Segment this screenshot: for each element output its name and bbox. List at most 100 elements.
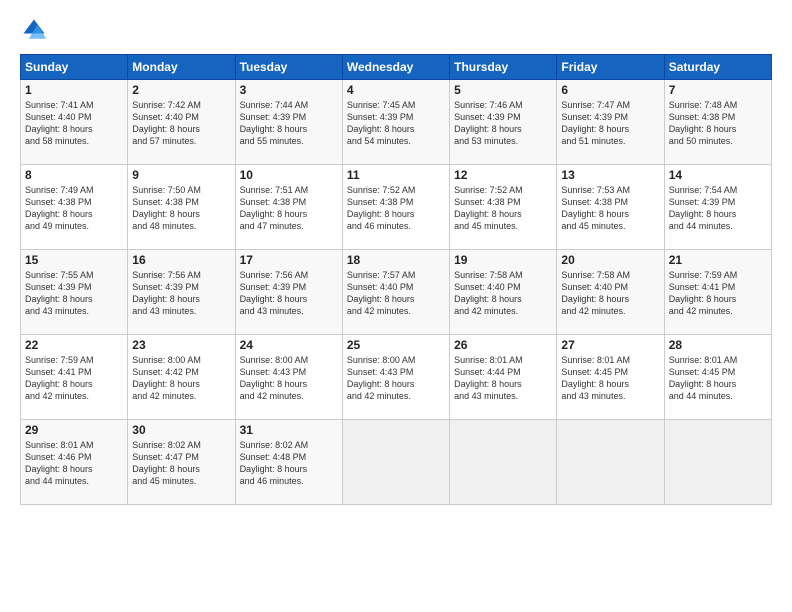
calendar-table: SundayMondayTuesdayWednesdayThursdayFrid… xyxy=(20,54,772,505)
weekday-header-wednesday: Wednesday xyxy=(342,55,449,80)
day-number: 12 xyxy=(454,168,552,182)
day-number: 7 xyxy=(669,83,767,97)
cell-details: Sunrise: 7:55 AMSunset: 4:39 PMDaylight:… xyxy=(25,269,123,318)
calendar-cell: 26Sunrise: 8:01 AMSunset: 4:44 PMDayligh… xyxy=(450,335,557,420)
calendar-week-1: 1 Sunrise: 7:41 AMSunset: 4:40 PMDaylight… xyxy=(21,80,772,165)
day-number: 27 xyxy=(561,338,659,352)
calendar-cell xyxy=(342,420,449,505)
calendar-cell: 15 Sunrise: 7:55 AMSunset: 4:39 PMDayligh… xyxy=(21,250,128,335)
calendar-cell: 8 Sunrise: 7:49 AMSunset: 4:38 PMDaylight… xyxy=(21,165,128,250)
day-number: 24 xyxy=(240,338,338,352)
calendar-cell: 22 Sunrise: 7:59 AMSunset: 4:41 PMDayligh… xyxy=(21,335,128,420)
calendar-cell: 28 Sunrise: 8:01 AMSunset: 4:45 PMDayligh… xyxy=(664,335,771,420)
cell-details: Sunrise: 7:57 AMSunset: 4:40 PMDaylight:… xyxy=(347,269,445,318)
calendar-week-3: 15 Sunrise: 7:55 AMSunset: 4:39 PMDayligh… xyxy=(21,250,772,335)
calendar-body: 1 Sunrise: 7:41 AMSunset: 4:40 PMDaylight… xyxy=(21,80,772,505)
header xyxy=(20,16,772,44)
weekday-header-sunday: Sunday xyxy=(21,55,128,80)
calendar-cell: 4 Sunrise: 7:45 AMSunset: 4:39 PMDaylight… xyxy=(342,80,449,165)
calendar-cell: 21 Sunrise: 7:59 AMSunset: 4:41 PMDayligh… xyxy=(664,250,771,335)
calendar-cell xyxy=(664,420,771,505)
cell-details: Sunrise: 7:58 AMSunset: 4:40 PMDaylight:… xyxy=(561,269,659,318)
day-number: 22 xyxy=(25,338,123,352)
day-number: 29 xyxy=(25,423,123,437)
calendar-cell: 5 Sunrise: 7:46 AMSunset: 4:39 PMDaylight… xyxy=(450,80,557,165)
calendar-cell: 6 Sunrise: 7:47 AMSunset: 4:39 PMDaylight… xyxy=(557,80,664,165)
calendar-week-4: 22 Sunrise: 7:59 AMSunset: 4:41 PMDayligh… xyxy=(21,335,772,420)
calendar-cell: 11Sunrise: 7:52 AMSunset: 4:38 PMDayligh… xyxy=(342,165,449,250)
cell-details: Sunrise: 7:56 AMSunset: 4:39 PMDaylight:… xyxy=(240,269,338,318)
day-number: 28 xyxy=(669,338,767,352)
calendar-cell: 2Sunrise: 7:42 AMSunset: 4:40 PMDaylight… xyxy=(128,80,235,165)
day-number: 8 xyxy=(25,168,123,182)
day-number: 26 xyxy=(454,338,552,352)
cell-details: Sunrise: 7:51 AMSunset: 4:38 PMDaylight:… xyxy=(240,184,338,233)
logo xyxy=(20,16,52,44)
day-number: 13 xyxy=(561,168,659,182)
calendar-cell: 20Sunrise: 7:58 AMSunset: 4:40 PMDayligh… xyxy=(557,250,664,335)
day-number: 5 xyxy=(454,83,552,97)
cell-details: Sunrise: 7:41 AMSunset: 4:40 PMDaylight:… xyxy=(25,99,123,148)
day-number: 3 xyxy=(240,83,338,97)
cell-details: Sunrise: 7:44 AMSunset: 4:39 PMDaylight:… xyxy=(240,99,338,148)
weekday-header-monday: Monday xyxy=(128,55,235,80)
cell-details: Sunrise: 7:54 AMSunset: 4:39 PMDaylight:… xyxy=(669,184,767,233)
calendar-cell: 31 Sunrise: 8:02 AMSunset: 4:48 PMDayligh… xyxy=(235,420,342,505)
weekday-row: SundayMondayTuesdayWednesdayThursdayFrid… xyxy=(21,55,772,80)
cell-details: Sunrise: 7:56 AMSunset: 4:39 PMDaylight:… xyxy=(132,269,230,318)
day-number: 16 xyxy=(132,253,230,267)
calendar-cell: 16 Sunrise: 7:56 AMSunset: 4:39 PMDayligh… xyxy=(128,250,235,335)
day-number: 15 xyxy=(25,253,123,267)
cell-details: Sunrise: 8:00 AMSunset: 4:42 PMDaylight:… xyxy=(132,354,230,403)
day-number: 14 xyxy=(669,168,767,182)
cell-details: Sunrise: 8:01 AMSunset: 4:46 PMDaylight:… xyxy=(25,439,123,488)
cell-details: Sunrise: 7:59 AMSunset: 4:41 PMDaylight:… xyxy=(25,354,123,403)
calendar-cell: 10Sunrise: 7:51 AMSunset: 4:38 PMDayligh… xyxy=(235,165,342,250)
day-number: 18 xyxy=(347,253,445,267)
cell-details: Sunrise: 8:01 AMSunset: 4:45 PMDaylight:… xyxy=(561,354,659,403)
cell-details: Sunrise: 7:46 AMSunset: 4:39 PMDaylight:… xyxy=(454,99,552,148)
calendar-cell: 18 Sunrise: 7:57 AMSunset: 4:40 PMDayligh… xyxy=(342,250,449,335)
calendar-cell: 23Sunrise: 8:00 AMSunset: 4:42 PMDayligh… xyxy=(128,335,235,420)
day-number: 25 xyxy=(347,338,445,352)
day-number: 4 xyxy=(347,83,445,97)
calendar-cell: 29 Sunrise: 8:01 AMSunset: 4:46 PMDayligh… xyxy=(21,420,128,505)
calendar-cell: 3 Sunrise: 7:44 AMSunset: 4:39 PMDaylight… xyxy=(235,80,342,165)
calendar-cell: 19 Sunrise: 7:58 AMSunset: 4:40 PMDayligh… xyxy=(450,250,557,335)
calendar-cell: 14 Sunrise: 7:54 AMSunset: 4:39 PMDayligh… xyxy=(664,165,771,250)
cell-details: Sunrise: 7:49 AMSunset: 4:38 PMDaylight:… xyxy=(25,184,123,233)
cell-details: Sunrise: 7:47 AMSunset: 4:39 PMDaylight:… xyxy=(561,99,659,148)
day-number: 19 xyxy=(454,253,552,267)
calendar-cell: 27 Sunrise: 8:01 AMSunset: 4:45 PMDayligh… xyxy=(557,335,664,420)
cell-details: Sunrise: 7:52 AMSunset: 4:38 PMDaylight:… xyxy=(347,184,445,233)
cell-details: Sunrise: 8:00 AMSunset: 4:43 PMDaylight:… xyxy=(347,354,445,403)
calendar-cell: 12Sunrise: 7:52 AMSunset: 4:38 PMDayligh… xyxy=(450,165,557,250)
calendar-cell xyxy=(557,420,664,505)
calendar-cell: 13 Sunrise: 7:53 AMSunset: 4:38 PMDayligh… xyxy=(557,165,664,250)
cell-details: Sunrise: 7:45 AMSunset: 4:39 PMDaylight:… xyxy=(347,99,445,148)
cell-details: Sunrise: 8:00 AMSunset: 4:43 PMDaylight:… xyxy=(240,354,338,403)
calendar-week-2: 8 Sunrise: 7:49 AMSunset: 4:38 PMDaylight… xyxy=(21,165,772,250)
cell-details: Sunrise: 7:58 AMSunset: 4:40 PMDaylight:… xyxy=(454,269,552,318)
weekday-header-tuesday: Tuesday xyxy=(235,55,342,80)
cell-details: Sunrise: 8:01 AMSunset: 4:45 PMDaylight:… xyxy=(669,354,767,403)
day-number: 9 xyxy=(132,168,230,182)
calendar-week-5: 29 Sunrise: 8:01 AMSunset: 4:46 PMDayligh… xyxy=(21,420,772,505)
calendar-cell: 25 Sunrise: 8:00 AMSunset: 4:43 PMDayligh… xyxy=(342,335,449,420)
day-number: 21 xyxy=(669,253,767,267)
calendar-header: SundayMondayTuesdayWednesdayThursdayFrid… xyxy=(21,55,772,80)
calendar-cell xyxy=(450,420,557,505)
cell-details: Sunrise: 8:02 AMSunset: 4:48 PMDaylight:… xyxy=(240,439,338,488)
cell-details: Sunrise: 7:42 AMSunset: 4:40 PMDaylight:… xyxy=(132,99,230,148)
calendar-cell: 30Sunrise: 8:02 AMSunset: 4:47 PMDayligh… xyxy=(128,420,235,505)
weekday-header-saturday: Saturday xyxy=(664,55,771,80)
calendar-cell: 17 Sunrise: 7:56 AMSunset: 4:39 PMDayligh… xyxy=(235,250,342,335)
cell-details: Sunrise: 7:53 AMSunset: 4:38 PMDaylight:… xyxy=(561,184,659,233)
calendar-cell: 24 Sunrise: 8:00 AMSunset: 4:43 PMDayligh… xyxy=(235,335,342,420)
day-number: 31 xyxy=(240,423,338,437)
day-number: 6 xyxy=(561,83,659,97)
day-number: 1 xyxy=(25,83,123,97)
cell-details: Sunrise: 8:02 AMSunset: 4:47 PMDaylight:… xyxy=(132,439,230,488)
cell-details: Sunrise: 7:59 AMSunset: 4:41 PMDaylight:… xyxy=(669,269,767,318)
day-number: 17 xyxy=(240,253,338,267)
